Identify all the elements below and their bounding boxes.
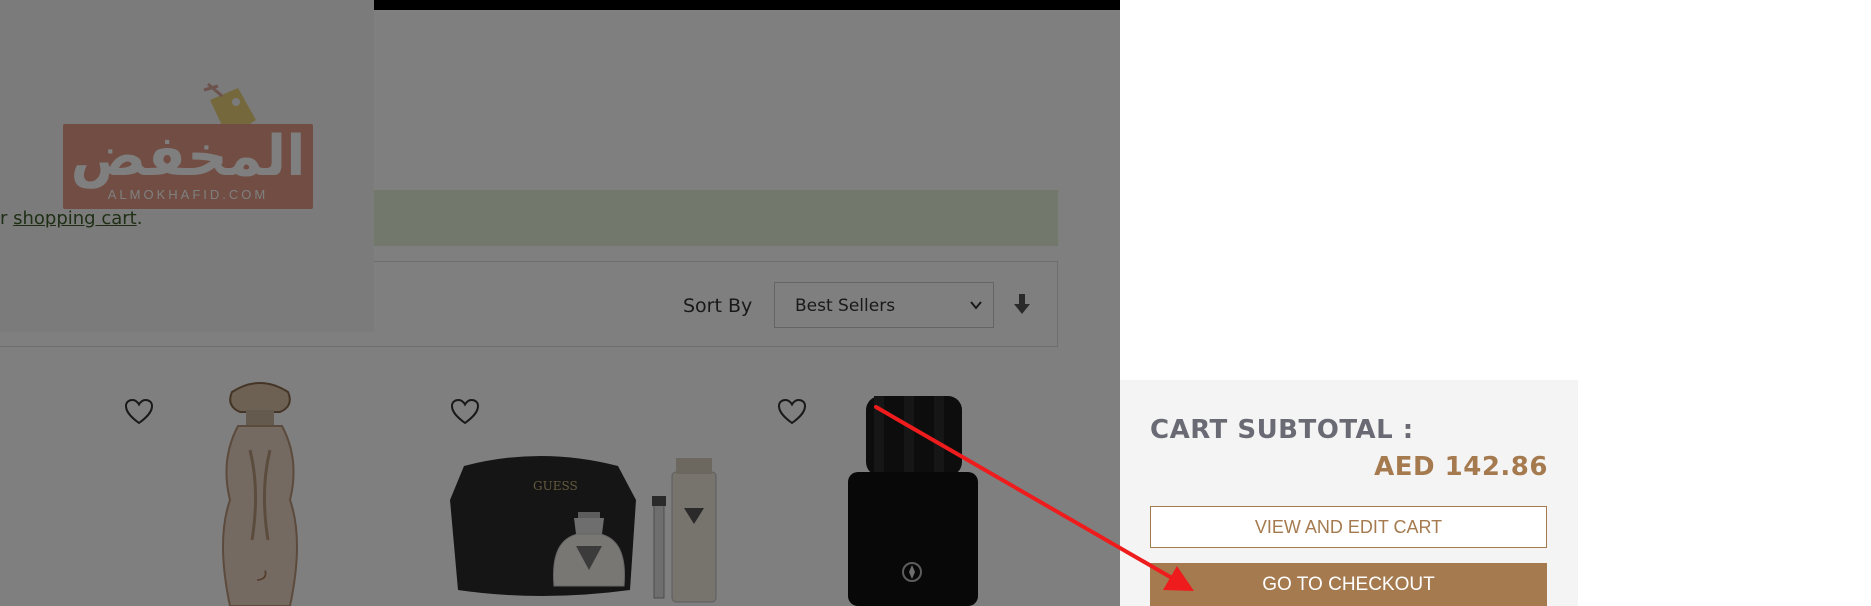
cart-subtotal-price: AED 142.86 bbox=[1374, 452, 1548, 482]
go-to-checkout-button[interactable]: GO TO CHECKOUT bbox=[1150, 563, 1547, 606]
modal-backdrop-overlay[interactable] bbox=[0, 0, 1120, 606]
product-listing-page: r shopping cart. المخفض ALMOKHAFID.COM S… bbox=[0, 0, 1120, 606]
mini-cart-panel: CART SUBTOTAL : AED 142.86 VIEW AND EDIT… bbox=[1120, 380, 1578, 606]
cart-subtotal-label: CART SUBTOTAL : bbox=[1150, 415, 1414, 445]
view-edit-cart-button[interactable]: VIEW AND EDIT CART bbox=[1150, 506, 1547, 548]
